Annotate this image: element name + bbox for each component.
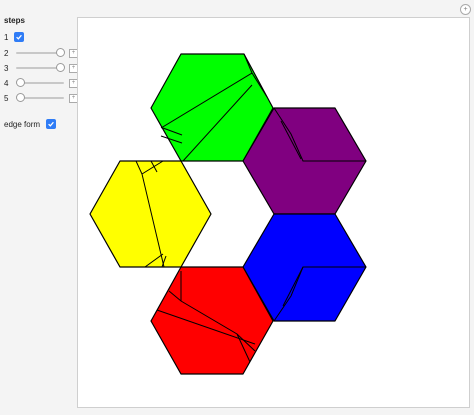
step-1-row: 1: [4, 31, 24, 43]
slider-thumb[interactable]: [56, 63, 65, 72]
edge-form-label: edge form: [4, 119, 41, 129]
checkmark-icon: [48, 121, 54, 127]
step-3-label: 3: [4, 63, 9, 73]
checkmark-icon: [16, 34, 22, 40]
slider-thumb[interactable]: [16, 78, 25, 87]
step-1-checkbox[interactable]: [14, 32, 24, 42]
step-4-slider[interactable]: [16, 78, 64, 88]
step-4-row: 4 +: [4, 77, 78, 89]
step-5-label: 5: [4, 93, 9, 103]
graphics-panel: [77, 17, 470, 408]
step-2-label: 2: [4, 48, 9, 58]
hexagon-graphic: [89, 53, 367, 375]
step-2-row: 2 +: [4, 47, 78, 59]
step-3-slider[interactable]: [16, 63, 65, 73]
edge-form-checkbox[interactable]: [46, 119, 57, 129]
step-5-slider[interactable]: [16, 93, 64, 103]
yellow-hexagon: [89, 160, 212, 268]
reset-icon[interactable]: +: [460, 4, 471, 15]
step-5-row: 5 +: [4, 92, 78, 104]
steps-title: steps: [4, 16, 25, 25]
step-3-row: 3 +: [4, 62, 78, 74]
slider-thumb[interactable]: [16, 93, 25, 102]
step-2-slider[interactable]: [16, 48, 65, 58]
slider-thumb[interactable]: [56, 48, 65, 57]
step-1-label: 1: [4, 32, 9, 42]
edge-form-row: edge form: [4, 118, 57, 130]
step-4-label: 4: [4, 78, 9, 88]
